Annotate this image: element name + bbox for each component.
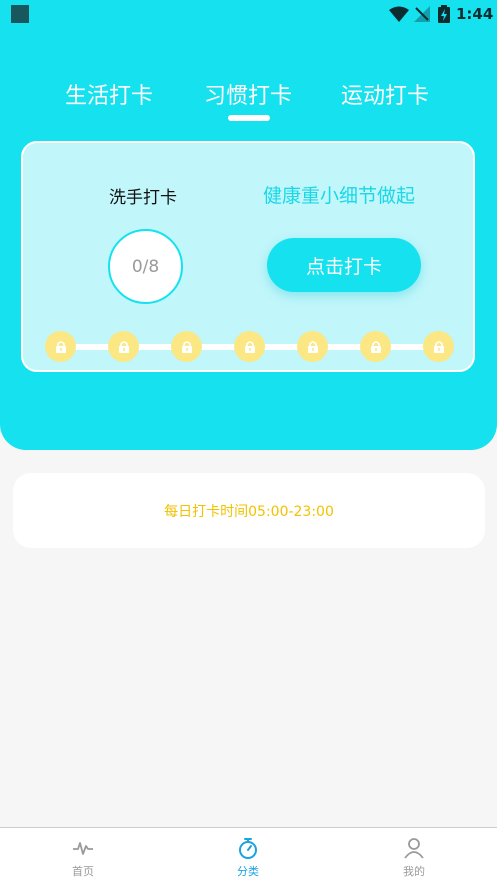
nav-item-category[interactable]: 分类 [193, 828, 303, 884]
status-bar: 1:44 [0, 0, 497, 28]
tab-sport[interactable]: 运动打卡 [341, 78, 429, 110]
checkin-card: 洗手打卡 健康重小细节做起 0/8 点击打卡 [21, 141, 475, 372]
app-notification-icon [11, 5, 29, 23]
lock-icon [360, 331, 391, 362]
nav-item-home[interactable]: 首页 [28, 828, 138, 884]
nav-label-category: 分类 [237, 865, 259, 878]
lock-icon [423, 331, 454, 362]
lock-icon [171, 331, 202, 362]
signal-icon [414, 6, 430, 22]
checkin-button[interactable]: 点击打卡 [267, 238, 421, 292]
bottom-nav: 首页 分类 我的 [0, 827, 497, 884]
lock-icon [45, 331, 76, 362]
wifi-icon [389, 6, 409, 22]
nav-label-profile: 我的 [403, 865, 425, 878]
card-title: 洗手打卡 [109, 188, 177, 208]
user-icon [404, 838, 424, 859]
info-card: 每日打卡时间05:00-23:00 [13, 473, 485, 548]
checkin-time-text: 每日打卡时间05:00-23:00 [164, 503, 334, 520]
stopwatch-icon [239, 838, 257, 859]
progress-circle: 0/8 [108, 229, 183, 304]
card-slogan: 健康重小细节做起 [263, 185, 416, 207]
nav-label-home: 首页 [72, 865, 94, 878]
tab-indicator [228, 115, 270, 121]
lock-icon [297, 331, 328, 362]
tab-life[interactable]: 生活打卡 [65, 78, 153, 110]
tab-habit[interactable]: 习惯打卡 [204, 78, 292, 110]
battery-charging-icon [438, 5, 450, 23]
nav-item-profile[interactable]: 我的 [359, 828, 469, 884]
progress-count: 0/8 [131, 256, 160, 277]
status-time: 1:44 [456, 5, 494, 23]
lock-icon [234, 331, 265, 362]
pulse-icon [73, 842, 93, 855]
lock-icon [108, 331, 139, 362]
